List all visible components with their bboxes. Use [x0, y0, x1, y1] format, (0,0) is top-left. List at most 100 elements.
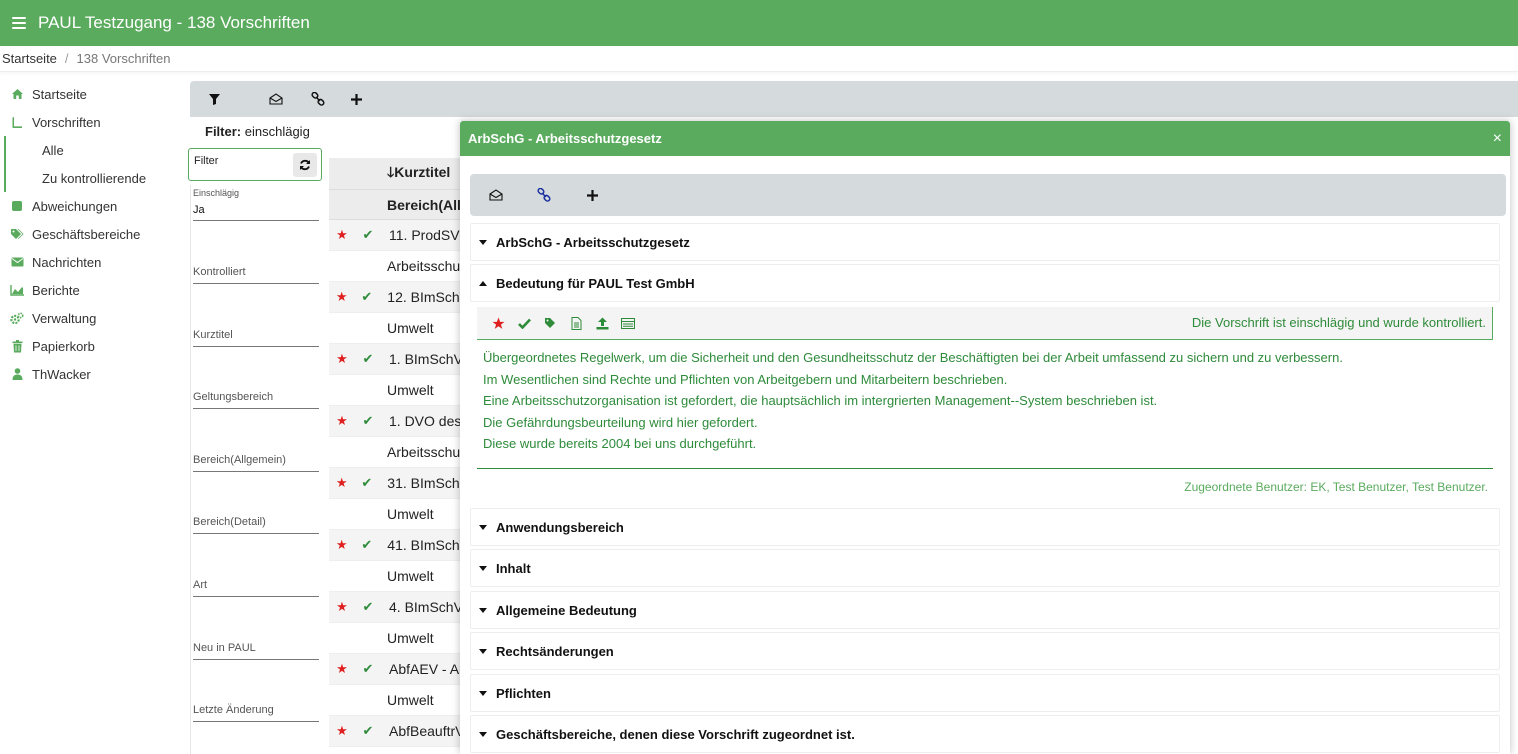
plus-icon[interactable]	[346, 89, 366, 109]
sidebar-item-vorschriften[interactable]: Vorschriften	[0, 108, 172, 136]
check-icon: ✔	[362, 661, 374, 676]
caret-down-icon	[479, 648, 487, 654]
table-row[interactable]: ★ ✔ 31. BImSchV	[329, 468, 469, 499]
filter-field-neu-in-paul[interactable]: Neu in PAUL	[193, 597, 319, 660]
star-icon[interactable]: ★	[331, 351, 353, 367]
table-row-detail[interactable]: Umwelt	[329, 499, 469, 530]
sidebar-item-label: ThWacker	[32, 366, 91, 382]
list-alt-icon[interactable]	[615, 313, 641, 333]
star-icon[interactable]	[485, 313, 511, 333]
sidebar-item-nachrichten[interactable]: Nachrichten	[0, 248, 172, 276]
star-icon[interactable]: ★	[331, 661, 353, 677]
filter-field-bereich-detail[interactable]: Bereich(Detail)	[193, 472, 319, 534]
caret-down-icon	[479, 239, 487, 245]
section-bedeutung[interactable]: Bedeutung für PAUL Test GmbH	[470, 264, 1500, 302]
filter-field-kurztitel[interactable]: Kurztitel	[193, 284, 319, 347]
section-arbschg[interactable]: ArbSchG - Arbeitsschutzgesetz	[470, 223, 1500, 261]
filter-field-bereich-allgemein[interactable]: Bereich(Allgemein)	[193, 409, 319, 472]
breadcrumb: Startseite / 138 Vorschriften	[0, 46, 1518, 72]
regulations-table: 🡓Kurztitel Bereich(All ★ ✔ 11. ProdSV Arbei…	[329, 158, 469, 747]
filter-field-kontrolliert[interactable]: Kontrolliert	[193, 221, 319, 284]
section-anwendungsbereich[interactable]: Anwendungsbereich	[470, 508, 1500, 546]
table-row-detail[interactable]: Umwelt	[329, 375, 469, 406]
table-row-detail[interactable]: Arbeitsschu	[329, 437, 469, 468]
star-icon[interactable]: ★	[331, 413, 353, 429]
sidebar-item-label: Abweichungen	[32, 198, 118, 214]
filter-field-label: Neu in PAUL	[193, 642, 256, 654]
document-icon[interactable]	[563, 313, 589, 333]
sidebar-item-verwaltung[interactable]: Verwaltung	[0, 304, 172, 332]
table-row-detail[interactable]: Umwelt	[329, 623, 469, 654]
filter-field-einschlaegig[interactable]: Einschlägig Ja	[193, 185, 319, 221]
table-row[interactable]: ★ ✔ AbfAEV - Ar	[329, 654, 469, 685]
row-area: Umwelt	[387, 568, 434, 584]
upload-icon[interactable]	[589, 313, 615, 333]
sidebar-item-alle[interactable]: Alle	[4, 136, 172, 164]
filter-icon[interactable]	[204, 89, 224, 109]
filter-field-art[interactable]: Art	[193, 534, 319, 597]
table-row[interactable]: ★ ✔ AbfBeauftrV	[329, 716, 469, 747]
star-icon[interactable]: ★	[331, 227, 353, 243]
row-area: Umwelt	[387, 320, 434, 336]
caret-down-icon	[479, 524, 487, 530]
link-icon[interactable]	[308, 89, 328, 109]
sidebar: Startseite Vorschriften Alle Zu kontroll…	[0, 80, 172, 388]
table-row[interactable]: ★ ✔ 1. DVO des	[329, 406, 469, 437]
sidebar-item-zu-kontrollierende[interactable]: Zu kontrollierende	[4, 164, 172, 192]
table-row[interactable]: ★ ✔ 12. BImSchV	[329, 282, 469, 313]
sidebar-item-label: Nachrichten	[32, 254, 102, 270]
filter-box[interactable]: Filter	[188, 148, 322, 181]
star-icon[interactable]: ★	[331, 537, 352, 553]
filter-field-letzte-aenderung[interactable]: Letzte Änderung	[193, 660, 319, 722]
table-row[interactable]: ★ ✔ 4. BImSchV	[329, 592, 469, 623]
check-icon: ✔	[362, 227, 374, 242]
description-line: Im Wesentlichen sind Rechte und Pflichte…	[483, 371, 1008, 387]
sidebar-item-label: Geschäftsbereiche	[32, 226, 141, 242]
check-icon[interactable]	[511, 313, 537, 333]
plus-icon[interactable]	[582, 185, 602, 205]
table-row[interactable]: ★ ✔ 41. BImSchV	[329, 530, 469, 561]
sidebar-item-abweichungen[interactable]: Abweichungen	[0, 192, 172, 220]
envelope-open-icon[interactable]	[266, 89, 286, 109]
app-title: PAUL Testzugang - 138 Vorschriften	[38, 13, 310, 32]
star-icon[interactable]: ★	[331, 475, 352, 491]
sidebar-item-papierkorb[interactable]: Papierkorb	[0, 332, 172, 360]
section-pflichten[interactable]: Pflichten	[470, 674, 1500, 712]
filter-field-label: Letzte Änderung	[193, 704, 274, 716]
sidebar-item-startseite[interactable]: Startseite	[0, 80, 172, 108]
star-icon[interactable]: ★	[331, 289, 352, 305]
close-icon[interactable]: ×	[1493, 131, 1502, 147]
envelope-open-icon[interactable]	[486, 185, 506, 205]
tag-icon[interactable]	[537, 313, 563, 333]
sidebar-item-berichte[interactable]: Berichte	[0, 276, 172, 304]
filter-field-geltungsbereich[interactable]: Geltungsbereich	[193, 347, 319, 409]
table-row-detail[interactable]: Umwelt	[329, 561, 469, 592]
column-header-kurztitel[interactable]: 🡓Kurztitel	[329, 162, 450, 186]
row-title: 12. BImSchV	[387, 289, 469, 305]
row-area: Arbeitsschu	[387, 444, 461, 460]
sidebar-item-user[interactable]: ThWacker	[0, 360, 172, 388]
description-line: Eine Arbeitsschutzorganisation ist gefor…	[483, 393, 1158, 409]
section-allgemeine-bedeutung[interactable]: Allgemeine Bedeutung	[470, 591, 1500, 629]
star-icon[interactable]: ★	[331, 723, 353, 739]
refresh-icon[interactable]	[293, 153, 317, 177]
sidebar-item-geschaeftsbereiche[interactable]: Geschäftsbereiche	[0, 220, 172, 248]
menu-icon[interactable]	[12, 17, 26, 29]
star-icon[interactable]: ★	[331, 599, 353, 615]
breadcrumb-home[interactable]: Startseite	[2, 51, 57, 66]
section-inhalt[interactable]: Inhalt	[470, 549, 1500, 587]
section-geschaeftsbereiche[interactable]: Geschäftsbereiche, denen diese Vorschrif…	[470, 715, 1500, 753]
sidebar-item-label: Verwaltung	[32, 310, 97, 326]
column-header-bereich[interactable]: Bereich(All	[329, 197, 461, 213]
table-row[interactable]: ★ ✔ 11. ProdSV	[329, 220, 469, 251]
caret-up-icon	[479, 280, 487, 286]
check-icon: ✔	[361, 289, 373, 304]
table-row-detail[interactable]: Arbeitsschu	[329, 251, 469, 282]
tags-icon	[10, 227, 24, 241]
table-row-detail[interactable]: Umwelt	[329, 685, 469, 716]
sidebar-item-label: Vorschriften	[32, 114, 101, 130]
section-rechtsaenderungen[interactable]: Rechtsänderungen	[470, 632, 1500, 670]
table-row-detail[interactable]: Umwelt	[329, 313, 469, 344]
table-row[interactable]: ★ ✔ 1. BImSchV	[329, 344, 469, 375]
link-icon[interactable]	[534, 185, 554, 205]
